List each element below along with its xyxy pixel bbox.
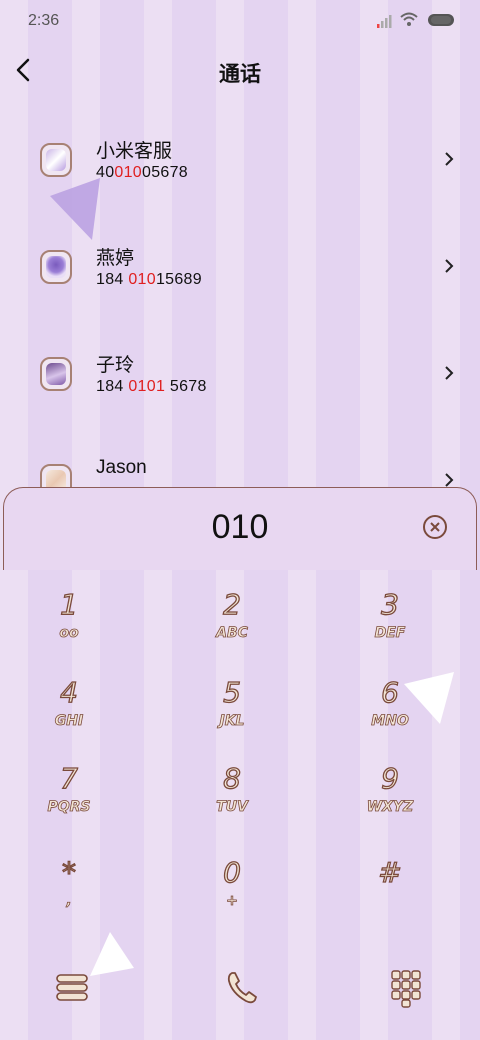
key-8[interactable]: 8 TUV: [172, 761, 292, 842]
key-hash[interactable]: #: [330, 855, 450, 936]
key-0[interactable]: 0 +: [172, 855, 292, 936]
contact-name: 子玲: [96, 355, 135, 376]
chevron-right-icon[interactable]: [444, 258, 454, 274]
contact-name: 小米客服: [96, 141, 173, 162]
avatar: [40, 357, 72, 391]
contact-number: 184 0101 5678: [96, 378, 207, 395]
dialed-number: 010: [211, 508, 269, 546]
contact-number: 184 01015689: [96, 271, 202, 288]
key-7[interactable]: 7 PQRS: [9, 761, 129, 842]
avatar: [40, 464, 72, 488]
key-1[interactable]: 1 oo: [9, 587, 129, 668]
page-title: 通话: [219, 63, 261, 86]
contact-number: 4001005678: [96, 164, 189, 181]
contact-list[interactable]: 小米客服 4001005678 燕婷 184 01015689 子玲 184 0…: [0, 106, 480, 488]
avatar: [40, 143, 72, 177]
avatar: [40, 250, 72, 284]
status-bar: 2:36: [0, 0, 480, 44]
contact-name: 燕婷: [96, 248, 135, 269]
key-5[interactable]: 5 JKL: [172, 675, 292, 756]
contact-name: Jason: [96, 457, 147, 478]
signal-icon: [377, 15, 392, 28]
key-2[interactable]: 2 ABC: [172, 587, 292, 668]
bottom-action-bar: [0, 955, 480, 1025]
key-9[interactable]: 9 WXYZ: [330, 761, 450, 842]
battery-icon: [428, 14, 454, 26]
status-time: 2:36: [28, 12, 60, 29]
key-4[interactable]: 4 GHI: [9, 675, 129, 756]
chevron-right-icon[interactable]: [444, 472, 454, 488]
list-item[interactable]: Jason: [0, 427, 480, 488]
keypad-icon[interactable]: [386, 965, 426, 1009]
header: 通话: [0, 44, 480, 96]
list-item[interactable]: 子玲 184 0101 5678: [0, 320, 480, 426]
wifi-icon: [400, 12, 418, 26]
decorative-triangle: [50, 178, 100, 240]
key-3[interactable]: 3 DEF: [330, 587, 450, 668]
decorative-triangle: [404, 672, 454, 724]
chevron-right-icon[interactable]: [444, 365, 454, 381]
key-star[interactable]: *,: [9, 855, 129, 936]
chevron-right-icon[interactable]: [444, 151, 454, 167]
menu-icon[interactable]: [53, 965, 93, 1009]
dial-display: 010: [3, 487, 477, 570]
phone-icon[interactable]: [222, 965, 262, 1009]
clear-icon[interactable]: [422, 514, 448, 540]
